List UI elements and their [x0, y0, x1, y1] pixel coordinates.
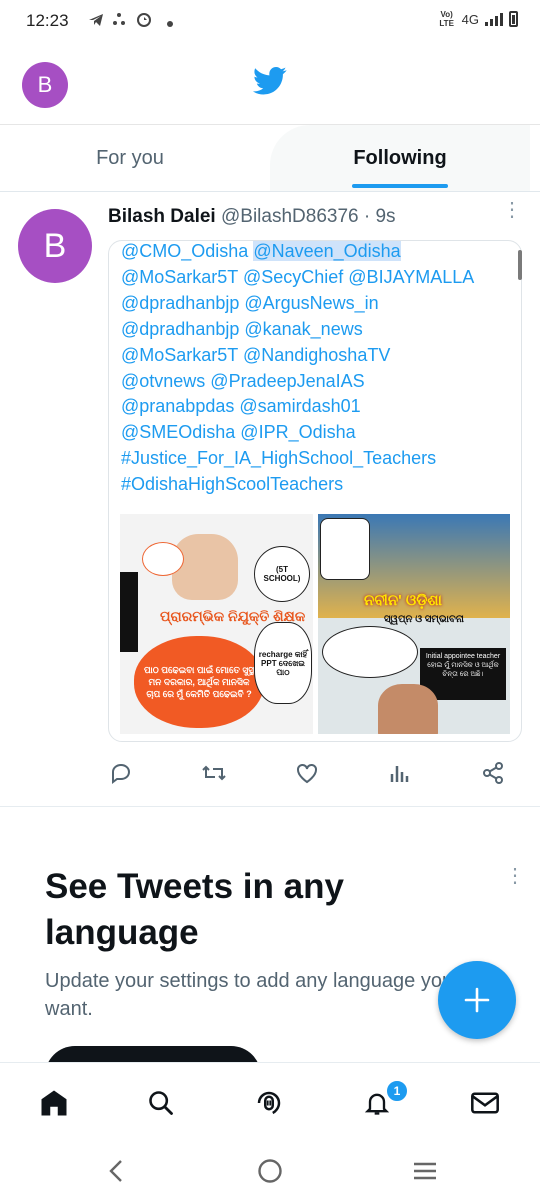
- poster-subtitle: ସ୍ୱପ୍ନ ଓ ସମ୍ଭାବନା: [384, 614, 464, 625]
- telegram-icon: [88, 12, 104, 32]
- compose-tweet-button[interactable]: [438, 961, 516, 1039]
- mention-line[interactable]: @SMEOdisha @IPR_Odisha: [121, 420, 516, 446]
- plus-icon: [464, 987, 490, 1013]
- poster-bubble: [142, 542, 184, 576]
- mention-line[interactable]: @pranabpdas @samirdash01: [121, 394, 516, 420]
- promo-title: See Tweets in any language: [45, 867, 344, 952]
- mention-line[interactable]: @dpradhanbjp @kanak_news: [121, 317, 516, 343]
- tweet-image-2[interactable]: ନବୀନ' ଓଡ଼ିଶା ସ୍ୱପ୍ନ ଓ ସମ୍ଭାବନା Initial a…: [318, 514, 510, 734]
- poster-bubble-recharge: recharge କାହିଁ PPT ଦେଖେଇ ପାଠ: [254, 622, 312, 704]
- promo-more-options-icon[interactable]: ⋮: [505, 866, 525, 886]
- mention-line[interactable]: @CMO_Odisha @Naveen_Odisha: [121, 239, 516, 265]
- mention-text[interactable]: @CMO_Odisha: [121, 241, 253, 261]
- home-circle-icon[interactable]: [257, 1158, 283, 1184]
- author-name[interactable]: Bilash Dalei: [108, 206, 216, 227]
- dot-icon: [166, 15, 174, 32]
- home-icon[interactable]: [37, 1086, 71, 1120]
- twitter-bird-icon[interactable]: [253, 66, 287, 100]
- hashtag-line[interactable]: #OdishaHighScoolTeachers: [121, 472, 516, 498]
- tweet-timestamp: 9s: [375, 206, 396, 227]
- reply-icon[interactable]: [108, 760, 134, 786]
- tab-active-indicator: [352, 184, 448, 188]
- header-separator: ·: [358, 206, 376, 227]
- views-icon[interactable]: [387, 760, 413, 786]
- back-icon[interactable]: [104, 1158, 128, 1184]
- tweet-text: @CMO_Odisha @Naveen_Odisha @MoSarkar5T @…: [121, 239, 516, 498]
- retweet-icon[interactable]: [201, 760, 227, 786]
- tab-for-you[interactable]: For you: [0, 125, 260, 191]
- sync-icon: [136, 12, 152, 32]
- tab-following[interactable]: Following: [270, 125, 530, 191]
- recents-icon[interactable]: [412, 1158, 438, 1184]
- profile-avatar[interactable]: B: [22, 62, 68, 108]
- author-handle[interactable]: @BilashD86376: [221, 206, 359, 227]
- mention-selected[interactable]: @Naveen_Odisha: [253, 241, 401, 261]
- poster-person: [378, 684, 438, 734]
- poster-bubble: [322, 626, 418, 678]
- status-indicators: Vo) LTE 4G: [438, 10, 518, 28]
- tweet-author-avatar[interactable]: B: [18, 209, 92, 283]
- poster-bubble-school: (5T SCHOOL): [254, 546, 310, 602]
- notifications-badge: 1: [385, 1079, 409, 1103]
- divider: [0, 806, 540, 807]
- mention-line[interactable]: @MoSarkar5T @SecyChief @BIJAYMALLA: [121, 265, 516, 291]
- timeline-tabs: For you Following: [0, 124, 540, 192]
- poster-person: [172, 534, 238, 600]
- tweet-more-options-icon[interactable]: ⋮: [502, 200, 522, 220]
- network-type: 4G: [461, 11, 479, 27]
- signal-icon: [485, 12, 503, 26]
- card-scrollbar[interactable]: [518, 250, 522, 280]
- share-icon[interactable]: [480, 760, 506, 786]
- messages-icon[interactable]: [468, 1086, 502, 1120]
- volte-label: Vo) LTE: [439, 10, 454, 28]
- tweet-header: Bilash Dalei @BilashD86376 · 9s: [108, 206, 396, 228]
- poster-bubble: [320, 518, 370, 580]
- poster-side-bar: [120, 572, 138, 652]
- poster-burst-text: ପାଠ ପଢେଇବା ପାଇଁ ମୋତେ ସୁସ୍ଥ ମନ ଦରକାର, ଆର୍…: [134, 636, 264, 728]
- spaces-icon[interactable]: [252, 1086, 286, 1120]
- status-time: 12:23: [26, 11, 69, 30]
- like-icon[interactable]: [294, 760, 320, 786]
- mention-line[interactable]: @MoSarkar5T @NandighoshaTV: [121, 343, 516, 369]
- share-network-icon: [112, 12, 126, 30]
- mention-line[interactable]: @otvnews @PradeepJenaIAS: [121, 369, 516, 395]
- mention-line[interactable]: @dpradhanbjp @ArgusNews_in: [121, 291, 516, 317]
- search-icon[interactable]: [144, 1086, 178, 1120]
- promo-body: Update your settings to add any language…: [45, 970, 454, 1020]
- hashtag-line[interactable]: #Justice_For_IA_HighSchool_Teachers: [121, 446, 516, 472]
- status-bar: 12:23 Vo) LTE 4G: [0, 0, 540, 44]
- poster-title: ନବୀନ' ଓଡ଼ିଶା: [364, 592, 442, 609]
- battery-icon: [509, 11, 518, 27]
- tweet-image-1[interactable]: (5T SCHOOL) ପ୍ରାରମ୍ଭିକ ନିଯୁକ୍ତି ଶିକ୍ଷକ ପ…: [120, 514, 313, 734]
